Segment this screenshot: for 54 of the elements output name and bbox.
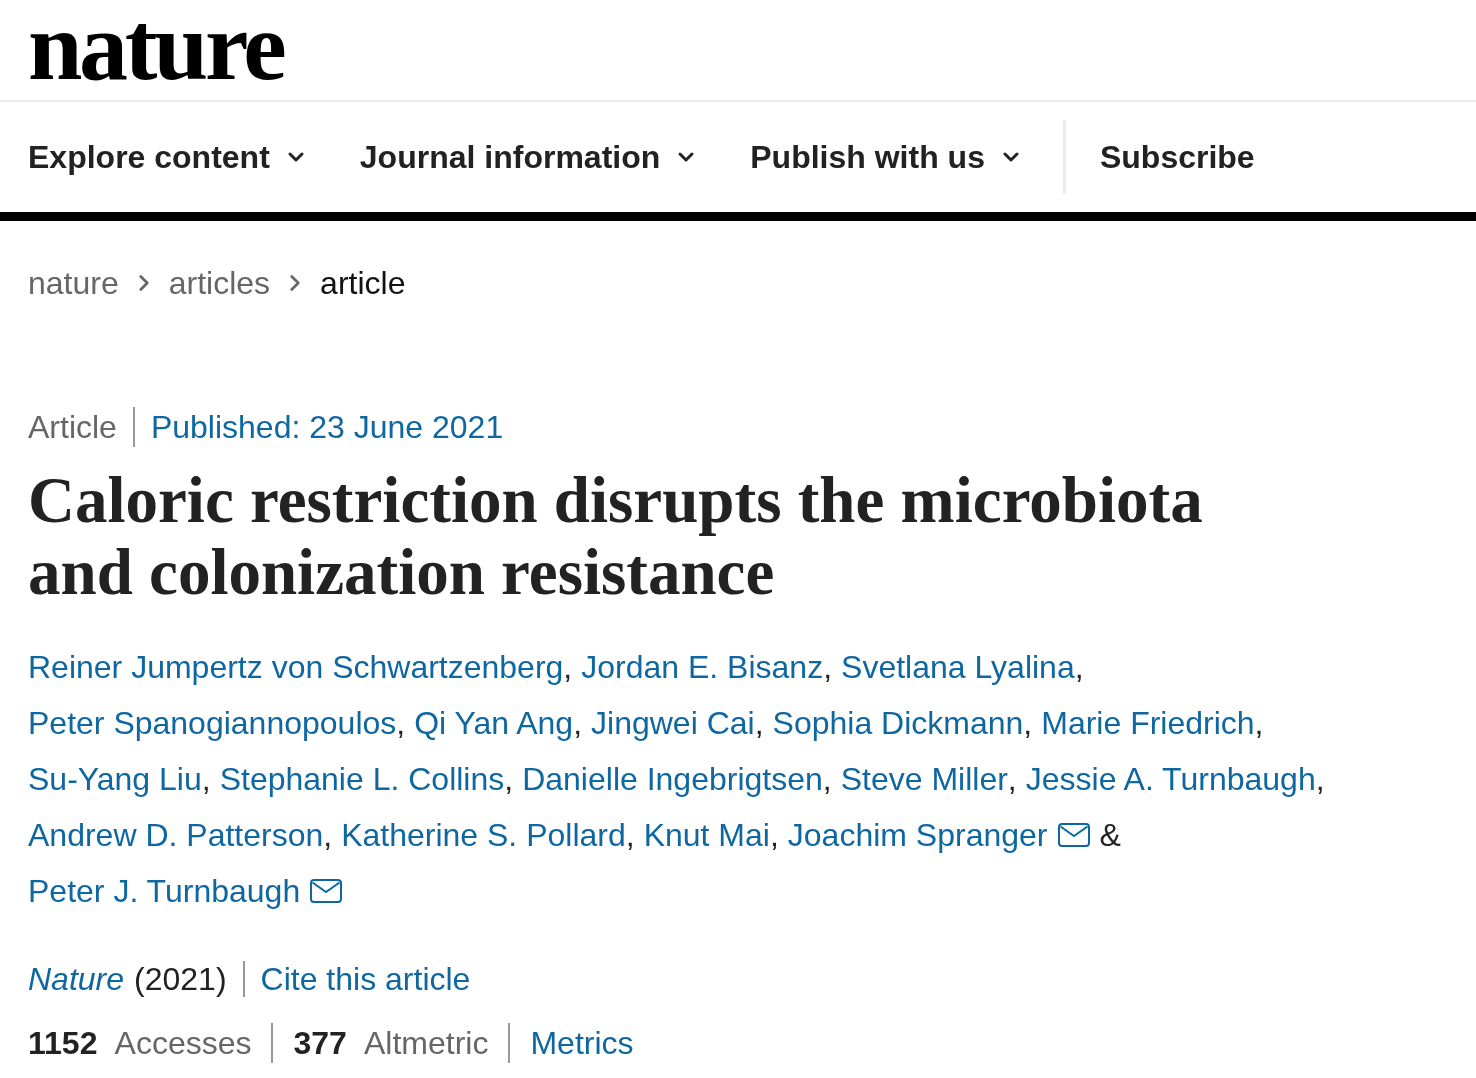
metric-stat: 377 Altmetric	[293, 1024, 489, 1063]
author-link[interactable]: Peter Spanogiannopoulos	[28, 695, 397, 751]
author-link[interactable]: Jingwei Cai	[591, 695, 755, 751]
author-link[interactable]: Katherine S. Pollard	[341, 807, 626, 863]
author-link[interactable]: Knut Mai	[643, 807, 770, 863]
envelope-icon[interactable]	[310, 879, 343, 903]
separator-text: ,	[573, 704, 582, 743]
author-link[interactable]: Qi Yan Ang	[414, 695, 574, 751]
author-link[interactable]: Andrew D. Patterson	[28, 807, 324, 863]
separator-text: ,	[1254, 704, 1264, 743]
separator-text: ,	[323, 816, 333, 855]
site-logo[interactable]: nature	[28, 6, 284, 86]
nav-menu-button[interactable]: Publish with us	[750, 133, 1023, 181]
author-link[interactable]: Sophia Dickmann	[772, 695, 1024, 751]
breadcrumb-link[interactable]: nature	[28, 259, 119, 307]
author-link[interactable]: Stephanie L. Collins	[219, 751, 505, 807]
nav-menu-button[interactable]: Journal information	[359, 133, 699, 181]
separator-text: ,	[769, 816, 779, 855]
breadcrumb-link[interactable]: articles	[168, 259, 271, 307]
separator-text: ,	[822, 760, 832, 799]
cite-article-link[interactable]: Cite this article	[260, 955, 471, 1003]
separator-text: ,	[754, 704, 764, 743]
separator-text: ,	[625, 816, 635, 855]
publication-year: (2021)	[134, 960, 227, 999]
separator-text: ,	[823, 648, 833, 687]
article-title: Caloric restriction disrupts the microbiota and colonization resistance	[28, 464, 1204, 608]
author-link[interactable]: Jordan E. Bisanz	[581, 639, 824, 695]
envelope-icon[interactable]	[1057, 823, 1090, 847]
author-link[interactable]: Jessie A. Turnbaugh	[1025, 751, 1316, 807]
separator-text: ,	[396, 704, 406, 743]
author-link[interactable]: Peter J. Turnbaugh	[28, 863, 301, 919]
separator-text: ,	[1315, 760, 1325, 799]
subscribe-link[interactable]: Subscribe	[1099, 133, 1255, 181]
author-link[interactable]: Marie Friedrich	[1041, 695, 1255, 751]
author-link[interactable]: Su-Yang Liu	[28, 751, 202, 807]
journal-name-link[interactable]: Nature	[28, 955, 125, 1003]
separator-text: ,	[563, 648, 573, 687]
breadcrumb-current-page: article	[320, 264, 406, 303]
nav-menu-button[interactable]: Explore content	[28, 133, 308, 181]
author-link[interactable]: Steve Miller	[840, 751, 1008, 807]
separator-text: ,	[1074, 648, 1084, 687]
published-date-link[interactable]: Published: 23 June 2021	[150, 403, 504, 451]
metric-stat: 1152 Accesses	[28, 1024, 252, 1063]
separator-text: ,	[201, 760, 211, 799]
separator-text: ,	[1007, 760, 1017, 799]
separator-text: ,	[504, 760, 514, 799]
author-link[interactable]: Danielle Ingebrigtsen	[522, 751, 823, 807]
metrics-link[interactable]: Metrics	[530, 1019, 634, 1067]
author-link[interactable]: Svetlana Lyalina	[841, 639, 1075, 695]
article-type: Article	[28, 408, 117, 447]
author-link[interactable]: Reiner Jumpertz von Schwartzenberg	[28, 639, 564, 695]
separator-text: ,	[1023, 704, 1033, 743]
separator-text: &	[1099, 816, 1121, 855]
author-link[interactable]: Joachim Spranger	[787, 807, 1048, 863]
